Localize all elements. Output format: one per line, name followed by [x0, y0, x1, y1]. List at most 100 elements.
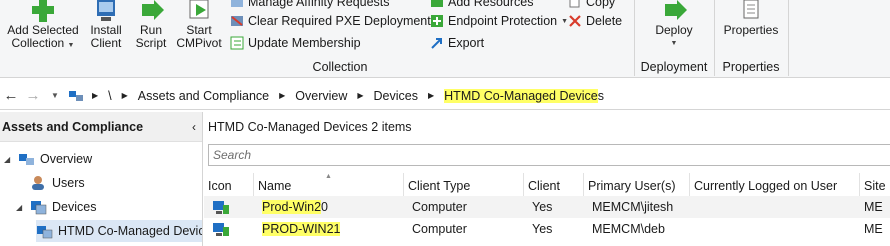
tree-item-devices[interactable]: ◢ Devices	[16, 196, 96, 218]
export-arrow-icon	[429, 36, 445, 50]
column-header-icon[interactable]: Icon	[204, 173, 254, 197]
row-client-type-cell: Computer	[412, 200, 467, 214]
crumb-overview[interactable]: Overview	[295, 89, 347, 103]
delete-label: Delete	[586, 14, 623, 28]
install-client-button[interactable]: Install Client	[86, 0, 126, 50]
expanded-triangle-icon[interactable]: ◢	[16, 203, 30, 212]
clear-pxe-label: Clear Required PXE Deployments	[248, 14, 437, 28]
update-membership-button[interactable]: Update Membership	[229, 33, 361, 53]
group-separator	[788, 0, 789, 76]
clear-pxe-button[interactable]: Clear Required PXE Deployments	[229, 11, 437, 31]
row-name-highlight: Prod-Win2	[262, 200, 322, 214]
devices-icon	[30, 199, 48, 215]
history-dropdown-icon[interactable]: ▼	[44, 91, 66, 100]
run-script-button[interactable]: Run Script	[132, 0, 170, 50]
tree-label-overview: Overview	[40, 152, 93, 166]
add-selected-collection-button[interactable]: Add Selected Collection ▼	[6, 0, 80, 52]
cmpivot-icon	[184, 0, 214, 24]
clear-pxe-icon	[229, 14, 245, 28]
search-input[interactable]: Search	[208, 144, 890, 166]
update-membership-icon	[229, 36, 245, 50]
properties-button[interactable]: Properties	[718, 0, 784, 37]
overview-icon	[18, 151, 36, 167]
manage-affinity-label: Manage Affinity Requests	[248, 0, 390, 9]
collection-title: HTMD Co-Managed Devices	[208, 120, 368, 134]
sort-ascending-icon: ▲	[325, 173, 332, 180]
dropdown-arrow-icon: ▼	[67, 42, 75, 49]
crumb-root[interactable]: \	[108, 89, 111, 103]
tree-label-users: Users	[52, 176, 85, 190]
properties-group-label: Properties	[722, 60, 780, 74]
tree-item-overview[interactable]: ◢ Overview	[4, 148, 92, 170]
add-selected-label-2: Collection	[11, 36, 65, 50]
cmpivot-label-2: CMPivot	[176, 36, 222, 50]
tree-label-devices: Devices	[52, 200, 97, 214]
crumb-separator-icon: ▶	[357, 91, 364, 100]
table-row[interactable]: Prod-Win2 0 Computer Yes MEMCM\jitesh ME	[204, 196, 890, 218]
crumb-separator-icon: ▶	[121, 91, 128, 100]
table-row[interactable]: PROD-WIN21 Computer Yes MEMCM\deb ME	[204, 218, 890, 240]
row-device-icon-cell	[204, 196, 254, 218]
row-client-cell: Yes	[532, 200, 553, 214]
forward-arrow-icon[interactable]: →	[22, 87, 44, 104]
deploy-button[interactable]: Deploy ▼	[646, 0, 702, 50]
delete-x-icon	[567, 14, 583, 28]
address-bar: ← → ▼ ▶ \ ▶ Assets and Compliance ▶ Over…	[0, 82, 890, 110]
deploy-label: Deploy	[655, 23, 693, 37]
endpoint-protection-button[interactable]: Endpoint Protection ▼	[429, 11, 568, 31]
navigation-pane-header: Assets and Compliance ‹	[0, 112, 202, 142]
results-title: HTMD Co-Managed Devices 2 items	[204, 112, 890, 142]
deploy-dropdown-icon: ▼	[670, 40, 678, 47]
collapse-pane-icon[interactable]: ‹	[192, 120, 196, 134]
crumb-htmd-co-managed-devices[interactable]: HTMD Co-Managed Device s	[444, 88, 604, 103]
row-name-cell: Prod-Win2 0	[254, 196, 404, 218]
export-button[interactable]: Export	[429, 33, 484, 53]
expanded-triangle-icon[interactable]: ◢	[4, 155, 18, 164]
row-name-cell: PROD-WIN21	[254, 218, 404, 240]
update-membership-label: Update Membership	[248, 36, 361, 50]
navigation-pane-title: Assets and Compliance	[2, 119, 144, 134]
crumb-separator-icon: ▶	[279, 91, 286, 100]
start-cmpivot-button[interactable]: Start CMPivot	[175, 0, 223, 50]
item-count: 2 items	[371, 120, 412, 134]
row-client-cell: Yes	[532, 222, 553, 236]
back-arrow-icon[interactable]: ←	[0, 87, 22, 104]
crumb-highlight: HTMD Co-Managed Device	[444, 88, 598, 103]
copy-label: Copy	[586, 0, 616, 9]
endpoint-protection-label: Endpoint Protection	[448, 14, 558, 28]
console-root-icon	[66, 89, 86, 103]
user-icon	[30, 175, 48, 191]
row-site-cell: ME	[864, 200, 883, 214]
row-device-icon-cell	[204, 218, 254, 240]
affinity-icon	[229, 0, 245, 9]
column-header-client-type[interactable]: Client Type	[404, 173, 524, 197]
export-label: Export	[448, 36, 485, 50]
properties-label: Properties	[723, 23, 779, 37]
add-resources-icon	[429, 0, 445, 9]
tree-item-htmd-co-managed-devices[interactable]: HTMD Co-Managed Devic	[36, 220, 202, 242]
tree-label-collection: HTMD Co-Managed Devic	[58, 224, 202, 238]
run-arrow-icon	[136, 0, 166, 24]
column-header-client[interactable]: Client	[524, 173, 584, 197]
row-primary-user-cell: MEMCM\deb	[592, 222, 665, 236]
managed-computer-icon	[213, 201, 229, 214]
computer-install-icon	[91, 0, 121, 24]
deploy-arrow-icon	[659, 0, 689, 24]
row-name-rest: 0	[321, 200, 328, 214]
column-header-logged-on-user[interactable]: Currently Logged on User	[690, 173, 860, 197]
row-logged-on-cell	[690, 218, 860, 240]
column-header-primary-users[interactable]: Primary User(s)	[584, 173, 690, 197]
column-header-site[interactable]: Site	[860, 173, 890, 197]
delete-button[interactable]: Delete	[567, 11, 622, 31]
row-logged-on-cell	[690, 196, 860, 218]
crumb-devices[interactable]: Devices	[374, 89, 418, 103]
green-plus-icon	[28, 0, 58, 24]
tree-item-users[interactable]: Users	[30, 172, 85, 194]
crumb-separator-icon: ▶	[428, 91, 435, 100]
crumb-assets-and-compliance[interactable]: Assets and Compliance	[138, 89, 269, 103]
row-site-cell: ME	[864, 222, 883, 236]
navigation-pane: Assets and Compliance ‹ ◢ Overview Users…	[0, 112, 203, 246]
group-separator	[634, 0, 635, 76]
group-separator	[714, 0, 715, 76]
collection-icon	[36, 223, 54, 239]
